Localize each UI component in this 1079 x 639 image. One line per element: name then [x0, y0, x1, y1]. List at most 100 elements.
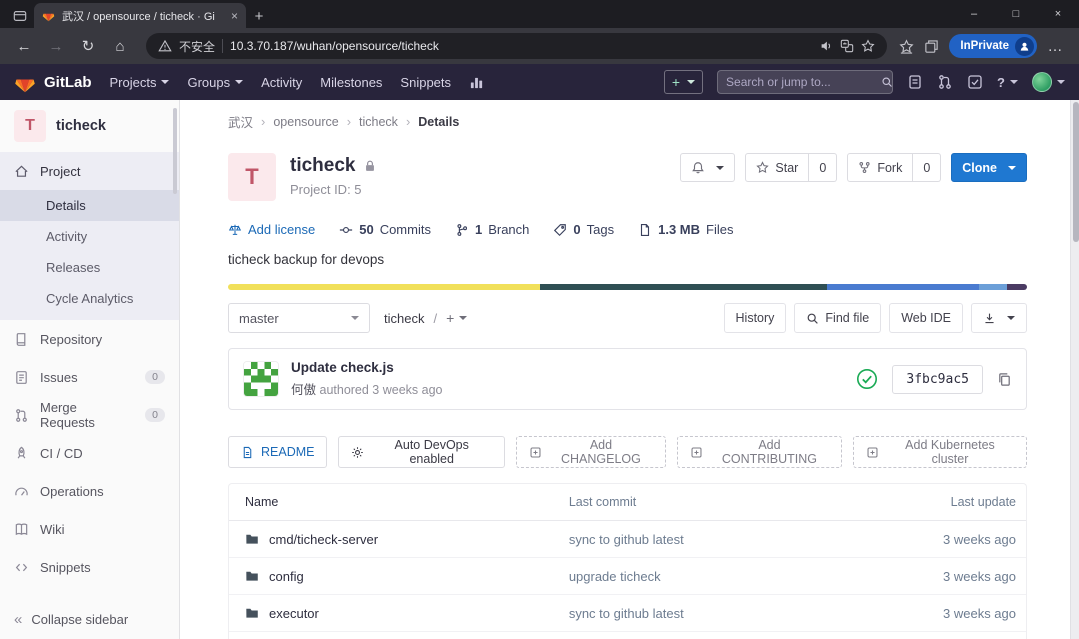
favorites-bar-icon[interactable]: [899, 39, 914, 54]
auto-devops-button[interactable]: Auto DevOps enabled: [338, 436, 504, 468]
copy-sha-icon[interactable]: [997, 372, 1012, 387]
sidebar-item-repository[interactable]: Repository: [0, 320, 179, 358]
file-name-link[interactable]: config: [269, 569, 304, 584]
add-file-dropdown[interactable]: +: [446, 310, 467, 326]
commit-message-link[interactable]: sync to github latest: [569, 532, 906, 547]
forward-icon[interactable]: →: [42, 32, 70, 60]
table-row[interactable]: internal sync to github latest 3 weeks a…: [229, 632, 1026, 639]
add-license-link[interactable]: Add license: [228, 222, 315, 237]
plus-square-icon: [690, 446, 703, 459]
language-bar[interactable]: [228, 284, 1027, 290]
branch-selector[interactable]: master: [228, 303, 370, 333]
commits-link[interactable]: 50Commits: [339, 222, 431, 237]
sidebar-item-issues[interactable]: Issues 0: [0, 358, 179, 396]
inprivate-badge[interactable]: InPrivate: [949, 34, 1037, 58]
commit-message-link[interactable]: sync to github latest: [569, 606, 906, 621]
table-row[interactable]: cmd/ticheck-server sync to github latest…: [229, 521, 1026, 558]
new-tab-button[interactable]: +: [246, 4, 272, 28]
files-link[interactable]: 1.3 MBFiles: [638, 222, 733, 237]
tab-title: 武汉 / opensource / ticheck · Gi: [62, 8, 224, 24]
security-warning-icon[interactable]: [158, 39, 172, 53]
file-name-link[interactable]: executor: [269, 606, 319, 621]
sidebar-item-project[interactable]: Project: [0, 152, 179, 190]
analytics-icon[interactable]: [469, 75, 484, 90]
notifications-dropdown[interactable]: [680, 153, 735, 182]
sidebar-scrollbar[interactable]: [173, 108, 177, 194]
menu-snippets[interactable]: Snippets: [400, 75, 451, 90]
add-kubernetes-button[interactable]: Add Kubernetes cluster: [853, 436, 1027, 468]
sidebar-item-wiki[interactable]: Wiki: [0, 510, 179, 548]
assigned-issues-icon[interactable]: [907, 74, 923, 90]
maximize-button[interactable]: □: [995, 0, 1037, 28]
breadcrumb-group[interactable]: 武汉: [228, 112, 253, 131]
browser-home-icon[interactable]: ⌂: [106, 32, 134, 60]
collapse-sidebar-button[interactable]: « Collapse sidebar: [0, 599, 179, 639]
find-file-search-icon: [806, 312, 819, 325]
pipeline-status-icon[interactable]: [856, 368, 878, 390]
breadcrumb-subgroup[interactable]: opensource: [273, 115, 338, 129]
page-scrollbar-thumb[interactable]: [1073, 102, 1079, 242]
repo-root-link[interactable]: ticheck: [384, 311, 424, 326]
commit-sha[interactable]: 3fbc9ac5: [892, 365, 983, 394]
header-last-commit: Last commit: [569, 495, 906, 509]
close-button[interactable]: ×: [1037, 0, 1079, 28]
tree-controls: master ticheck / + History Find file Web…: [228, 303, 1027, 333]
clone-button[interactable]: Clone: [951, 153, 1027, 182]
refresh-icon[interactable]: ↻: [74, 32, 102, 60]
minimize-button[interactable]: –: [953, 0, 995, 28]
sidebar-item-releases[interactable]: Releases: [0, 252, 179, 283]
menu-milestones[interactable]: Milestones: [320, 75, 382, 90]
sidebar-item-activity[interactable]: Activity: [0, 221, 179, 252]
star-count[interactable]: 0: [809, 153, 837, 182]
read-aloud-icon[interactable]: [819, 39, 833, 53]
favorite-star-icon[interactable]: [861, 39, 875, 53]
sidebar-item-operations[interactable]: Operations: [0, 472, 179, 510]
tab-list-icon[interactable]: [6, 4, 34, 28]
page-scrollbar[interactable]: [1070, 100, 1079, 639]
sidebar-item-cycle-analytics[interactable]: Cycle Analytics: [0, 283, 179, 314]
gitlab-logo-link[interactable]: GitLab: [14, 72, 92, 93]
file-name-link[interactable]: cmd/ticheck-server: [269, 532, 378, 547]
commit-author-link[interactable]: 何傲: [291, 383, 316, 397]
fork-button[interactable]: Fork: [847, 153, 913, 182]
help-dropdown[interactable]: ?: [997, 75, 1018, 90]
sidebar-project-avatar: T: [14, 110, 46, 142]
sidebar-item-details[interactable]: Details: [0, 190, 179, 221]
todos-icon[interactable]: [967, 74, 983, 90]
back-icon[interactable]: ←: [10, 32, 38, 60]
sidebar-item-cicd[interactable]: CI / CD: [0, 434, 179, 472]
collections-icon[interactable]: [924, 39, 939, 54]
user-avatar-dropdown[interactable]: [1032, 72, 1065, 92]
breadcrumb-project[interactable]: ticheck: [359, 115, 398, 129]
tags-link[interactable]: 0Tags: [553, 222, 614, 237]
find-file-button[interactable]: Find file: [794, 303, 881, 333]
settings-menu-icon[interactable]: …: [1041, 32, 1069, 60]
sidebar-item-merge-requests[interactable]: Merge Requests 0: [0, 396, 179, 434]
browser-tab[interactable]: 武汉 / opensource / ticheck · Gi ×: [34, 3, 246, 28]
commit-message-link[interactable]: upgrade ticheck: [569, 569, 906, 584]
translate-icon[interactable]: [840, 39, 854, 53]
menu-projects[interactable]: Projects: [110, 75, 170, 90]
download-dropdown[interactable]: [971, 303, 1027, 333]
sidebar-project-header[interactable]: T ticheck: [0, 100, 179, 152]
table-row[interactable]: config upgrade ticheck 3 weeks ago: [229, 558, 1026, 595]
fork-count[interactable]: 0: [913, 153, 941, 182]
web-ide-button[interactable]: Web IDE: [889, 303, 963, 333]
branches-link[interactable]: 1Branch: [455, 222, 529, 237]
table-row[interactable]: executor sync to github latest 3 weeks a…: [229, 595, 1026, 632]
commit-title-link[interactable]: Update check.js: [291, 360, 443, 375]
commit-author-avatar[interactable]: [243, 361, 279, 397]
readme-button[interactable]: README: [228, 436, 327, 468]
search-input[interactable]: [726, 75, 881, 89]
menu-activity[interactable]: Activity: [261, 75, 302, 90]
sidebar-item-snippets[interactable]: Snippets: [0, 548, 179, 586]
add-contributing-button[interactable]: Add CONTRIBUTING: [677, 436, 842, 468]
tab-close-icon[interactable]: ×: [231, 10, 238, 22]
add-changelog-button[interactable]: Add CHANGELOG: [516, 436, 666, 468]
history-button[interactable]: History: [724, 303, 787, 333]
new-dropdown-button[interactable]: +: [664, 70, 703, 94]
address-bar[interactable]: 不安全 10.3.70.187/wuhan/opensource/ticheck: [146, 33, 887, 59]
menu-groups[interactable]: Groups: [187, 75, 243, 90]
star-button[interactable]: Star: [745, 153, 809, 182]
merge-requests-icon[interactable]: [937, 74, 953, 90]
